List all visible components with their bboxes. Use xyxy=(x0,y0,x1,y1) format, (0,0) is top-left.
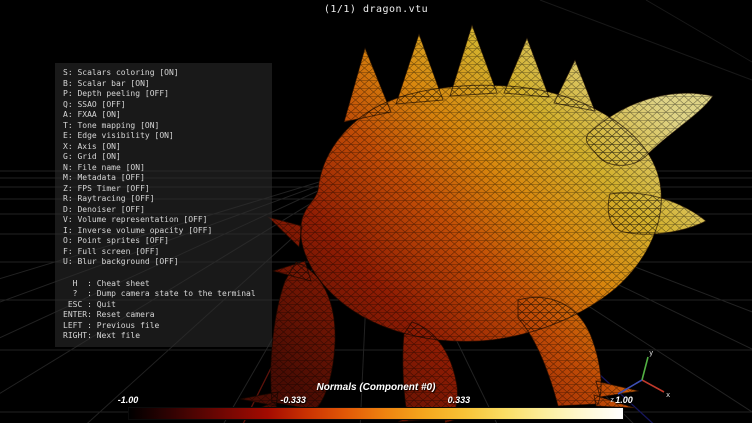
z-axis-line xyxy=(618,380,642,394)
cheat-action-h: H : Cheat sheet xyxy=(63,279,264,290)
cheat-action-enter: ENTER: Reset camera xyxy=(63,310,264,321)
y-axis-line xyxy=(642,357,648,380)
scalar-bar-ticks: -1.00-0.3330.3331.00 xyxy=(128,395,624,406)
cheat-action-esc: ESC : Quit xyxy=(63,300,264,311)
cheat-toggle-v: V: Volume representation [OFF] xyxy=(63,215,264,226)
cheat-toggle-m: M: Metadata [OFF] xyxy=(63,173,264,184)
cheat-toggle-t: T: Tone mapping [ON] xyxy=(63,121,264,132)
cheat-action-list: H : Cheat sheet ? : Dump camera state to… xyxy=(63,279,264,342)
y-axis-label: y xyxy=(649,349,653,357)
scalar-bar-tick-label: 0.333 xyxy=(448,395,471,405)
cheatsheet-overlay: S: Scalars coloring [ON]B: Scalar bar [O… xyxy=(55,63,272,347)
axes-widget: x y z xyxy=(608,348,672,412)
cheat-toggle-s: S: Scalars coloring [ON] xyxy=(63,68,264,79)
scalar-bar: Normals (Component #0) -1.00-0.3330.3331… xyxy=(128,382,624,420)
cheat-toggle-g: G: Grid [ON] xyxy=(63,152,264,163)
x-axis-line xyxy=(642,380,664,392)
cheat-action-help: ? : Dump camera state to the terminal xyxy=(63,289,264,300)
viewport[interactable]: (1/1) dragon.vtu S: Scalars coloring [ON… xyxy=(0,0,752,423)
scalar-bar-gradient xyxy=(128,407,624,420)
cheat-toggle-list: S: Scalars coloring [ON]B: Scalar bar [O… xyxy=(63,68,264,268)
cheat-toggle-n: N: File name [ON] xyxy=(63,163,264,174)
window-title: (1/1) dragon.vtu xyxy=(0,4,752,15)
scalar-bar-title: Normals (Component #0) xyxy=(128,382,624,393)
cheat-toggle-e: E: Edge visibility [ON] xyxy=(63,131,264,142)
scalar-bar-tick-label: -0.333 xyxy=(280,395,306,405)
cheat-action-left: LEFT : Previous file xyxy=(63,321,264,332)
cheat-toggle-u: U: Blur background [OFF] xyxy=(63,257,264,268)
cheat-action-right: RIGHT: Next file xyxy=(63,331,264,342)
cheat-toggle-i: I: Inverse volume opacity [OFF] xyxy=(63,226,264,237)
cheat-toggle-p: P: Depth peeling [OFF] xyxy=(63,89,264,100)
scalar-bar-tick-label: -1.00 xyxy=(118,395,139,405)
cheat-toggle-b: B: Scalar bar [ON] xyxy=(63,79,264,90)
cheat-toggle-a: A: FXAA [ON] xyxy=(63,110,264,121)
z-axis-label: z xyxy=(610,396,614,404)
cheat-toggle-o: O: Point sprites [OFF] xyxy=(63,236,264,247)
cheat-toggle-x: X: Axis [ON] xyxy=(63,142,264,153)
cheat-toggle-r: R: Raytracing [OFF] xyxy=(63,194,264,205)
cheat-toggle-q: Q: SSAO [OFF] xyxy=(63,100,264,111)
cheat-toggle-f: F: Full screen [OFF] xyxy=(63,247,264,258)
cheat-toggle-z: Z: FPS Timer [OFF] xyxy=(63,184,264,195)
cheat-toggle-d: D: Denoiser [OFF] xyxy=(63,205,264,216)
x-axis-label: x xyxy=(666,391,670,399)
